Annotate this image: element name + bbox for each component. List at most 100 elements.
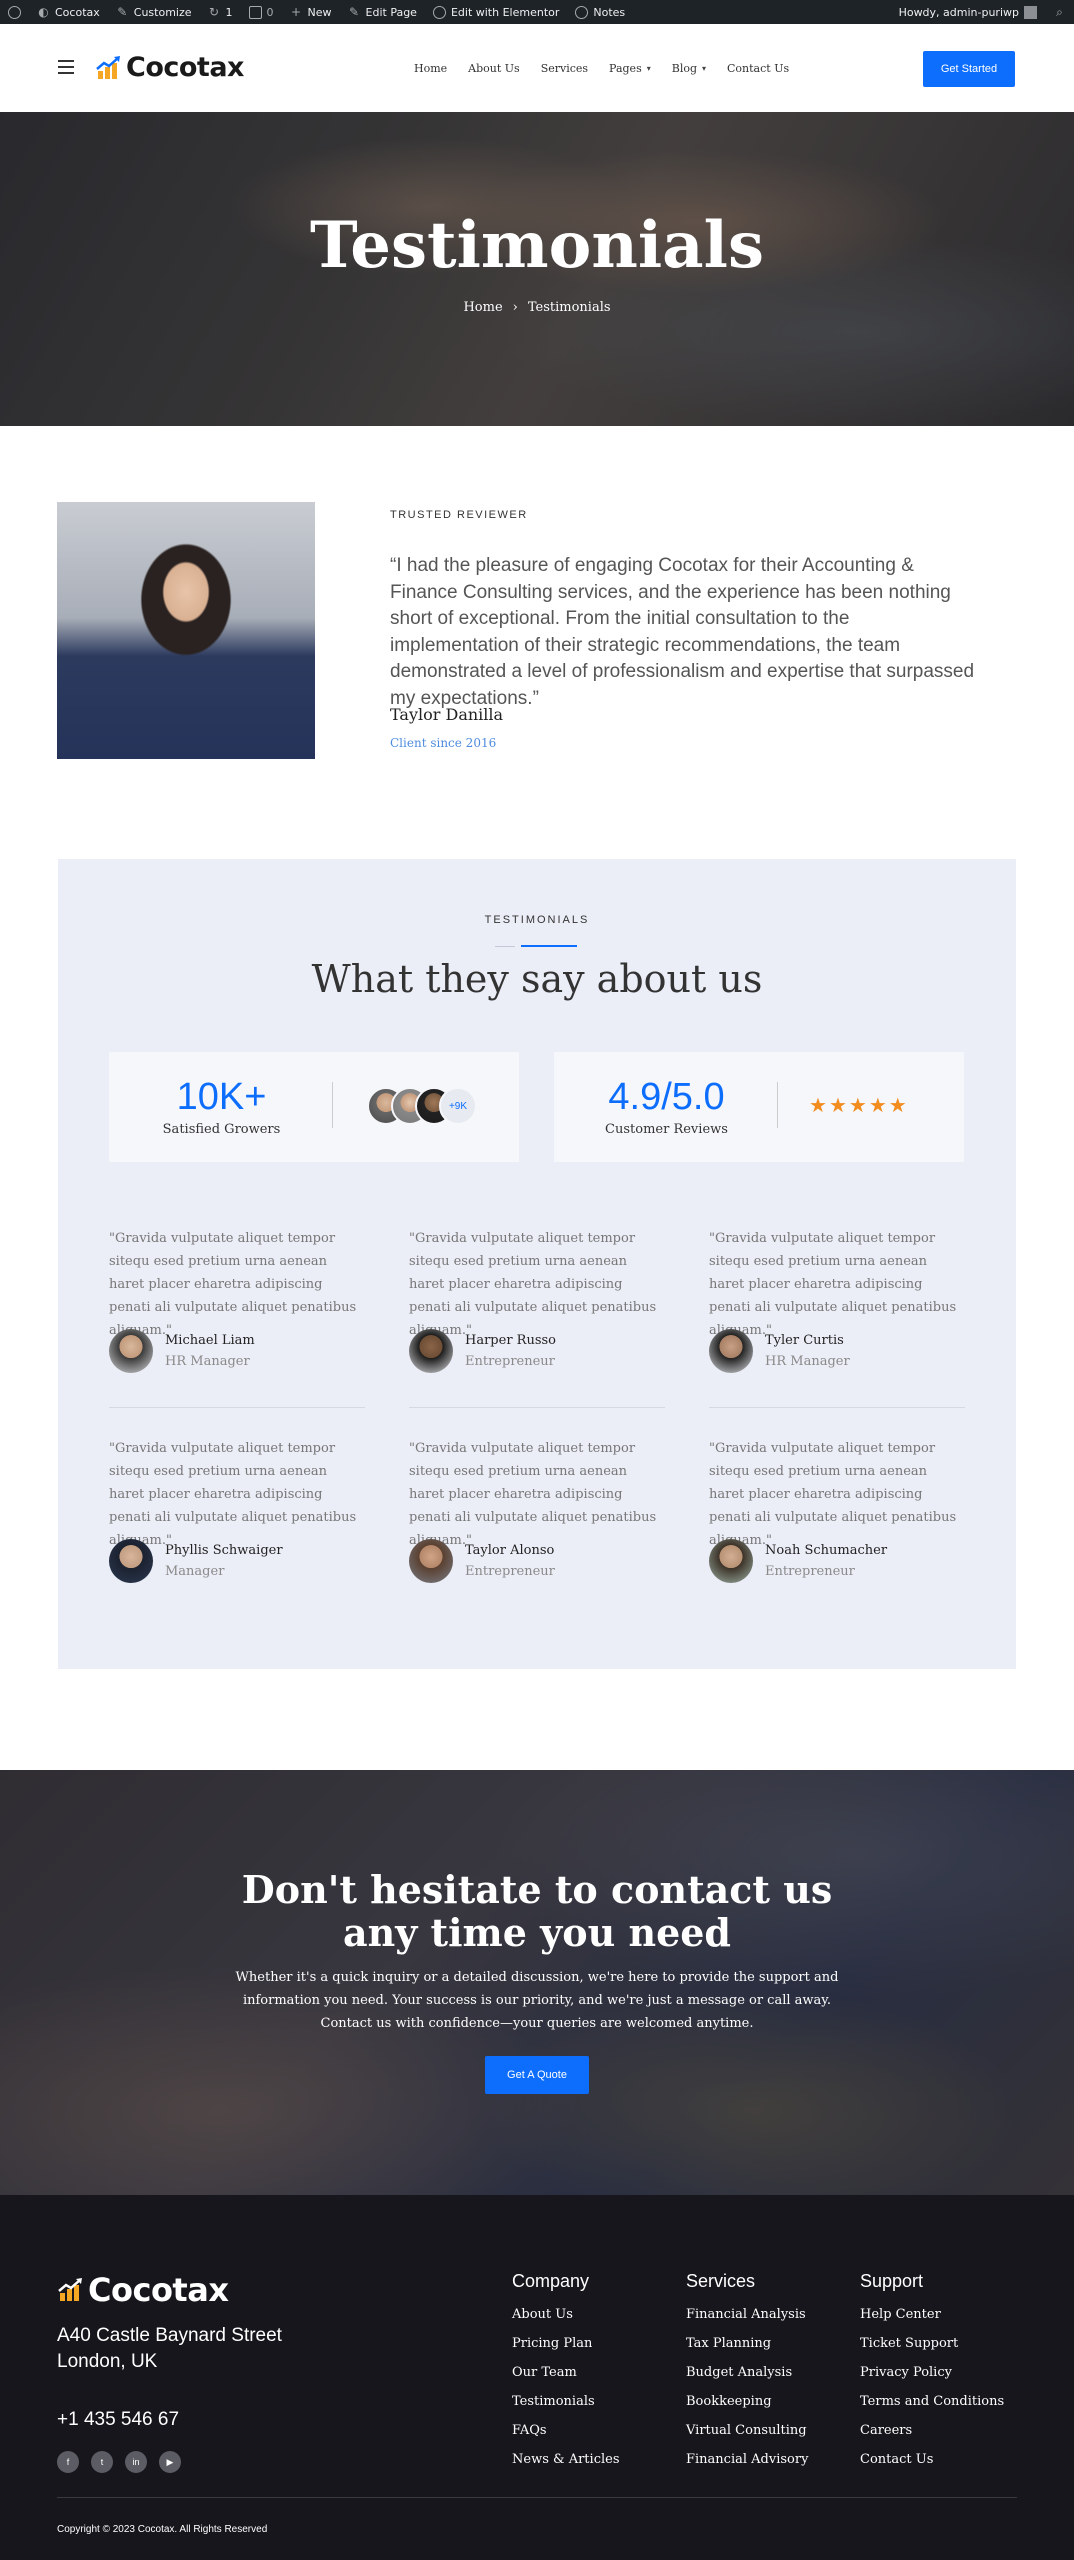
menu-toggle-icon[interactable] <box>58 60 74 74</box>
youtube-icon[interactable]: ▶ <box>159 2451 181 2473</box>
get-started-button[interactable]: Get Started <box>923 51 1015 87</box>
nav-item-contact[interactable]: Contact Us <box>727 62 789 75</box>
edit-elementor-label: Edit with Elementor <box>450 5 560 19</box>
avatar <box>409 1329 453 1373</box>
reviewer-quote: “I had the pleasure of engaging Cocotax … <box>390 555 975 709</box>
avatar <box>709 1539 753 1583</box>
chevron-down-icon: ▾ <box>646 64 651 73</box>
footer-link[interactable]: Careers <box>860 2422 1004 2439</box>
footer-link[interactable]: Tax Planning <box>686 2335 808 2352</box>
cta-description: Whether it's a quick inquiry or a detail… <box>235 1970 839 2031</box>
page-hero: Testimonials Home › Testimonials <box>0 112 1074 426</box>
stat-divider <box>332 1082 333 1128</box>
account-menu[interactable]: Howdy, admin-puriwp <box>891 0 1045 24</box>
footer-link[interactable]: FAQs <box>512 2422 620 2439</box>
footer-link[interactable]: Budget Analysis <box>686 2364 808 2381</box>
title-divider-grey <box>495 946 515 947</box>
author-name: Michael Liam <box>165 1333 255 1348</box>
edit-elementor-link[interactable]: Edit with Elementor <box>425 0 567 24</box>
reviewer-name: Taylor Danilla <box>390 705 504 724</box>
dashboard-icon: ◐ <box>38 4 49 19</box>
notes-link[interactable]: Notes <box>567 0 633 24</box>
footer-phone[interactable]: +1 435 546 67 <box>57 2409 179 2431</box>
site-name-link[interactable]: ◐ Cocotax <box>29 0 108 24</box>
updates-link[interactable]: ↻ 1 <box>200 0 241 24</box>
wordpress-logo-link[interactable] <box>0 0 29 24</box>
edit-page-link[interactable]: ✎ Edit Page <box>340 0 425 24</box>
footer-logo[interactable]: Cocotax <box>58 2271 229 2309</box>
footer-link[interactable]: Financial Advisory <box>686 2451 808 2468</box>
reviewer-since: Client since 2016 <box>390 736 497 750</box>
footer-link[interactable]: Bookkeeping <box>686 2393 808 2410</box>
footer-link[interactable]: Financial Analysis <box>686 2306 808 2323</box>
footer-link[interactable]: Ticket Support <box>860 2335 1004 2352</box>
testimonials-heading: What they say about us <box>311 957 763 1001</box>
address-line: London, UK <box>57 2351 158 2372</box>
notes-label: Notes <box>593 5 626 19</box>
author-name: Harper Russo <box>465 1333 556 1348</box>
footer-link[interactable]: Pricing Plan <box>512 2335 620 2352</box>
customize-link[interactable]: ✎ Customize <box>108 0 200 24</box>
footer-link[interactable]: Virtual Consulting <box>686 2422 808 2439</box>
twitter-icon[interactable]: t <box>91 2451 113 2473</box>
edit-page-label: Edit Page <box>365 5 417 19</box>
author-role: HR Manager <box>765 1354 850 1369</box>
nav-item-about[interactable]: About Us <box>468 62 520 75</box>
facebook-icon[interactable]: f <box>57 2451 79 2473</box>
testimonial-card: "Gravida vulputate aliquet tempor sitequ… <box>409 1437 665 1583</box>
stat-card-reviews: 4.9/5.0 Customer Reviews ★ ★ ★ ★ ★ <box>554 1052 964 1162</box>
footer-link[interactable]: Help Center <box>860 2306 1004 2323</box>
main-nav: Home About Us Services Pages ▾ Blog ▾ Cont… <box>414 62 789 75</box>
breadcrumb: Home › Testimonials <box>0 300 1074 315</box>
chevron-down-icon: ▾ <box>702 64 707 73</box>
page-title: Testimonials <box>310 208 764 283</box>
testimonials-section: TESTIMONIALS What they say about us 10K+… <box>58 859 1016 1669</box>
comments-count: 0 <box>266 5 274 19</box>
author-role: Manager <box>165 1564 225 1579</box>
user-avatar <box>1024 5 1037 19</box>
footer-link[interactable]: Contact Us <box>860 2451 1004 2468</box>
brush-icon: ✎ <box>117 4 128 19</box>
breadcrumb-separator-icon: › <box>512 300 518 315</box>
search-icon: ⌕ <box>1056 4 1063 19</box>
howdy-text: Howdy, admin-puriwp <box>898 5 1019 19</box>
footer-link[interactable]: Privacy Policy <box>860 2364 1004 2381</box>
updates-icon: ↻ <box>208 4 220 19</box>
comment-icon <box>248 5 262 19</box>
stat-label: Satisfied Growers <box>162 1122 281 1137</box>
cta-heading-line1: Don't hesitate to contact us <box>241 1867 833 1912</box>
row-divider <box>409 1407 665 1408</box>
testimonials-label: TESTIMONIALS <box>484 914 590 926</box>
new-label: New <box>307 5 332 19</box>
footer-link[interactable]: Testimonials <box>512 2393 620 2410</box>
get-quote-button[interactable]: Get A Quote <box>485 2056 589 2094</box>
footer-link[interactable]: About Us <box>512 2306 620 2323</box>
cta-heading-line2: any time you need <box>343 1910 731 1955</box>
testimonial-quote: "Gravida vulputate aliquet tempor sitequ… <box>109 1441 357 1548</box>
breadcrumb-home-link[interactable]: Home <box>463 300 502 315</box>
nav-item-pages[interactable]: Pages ▾ <box>609 62 651 75</box>
nav-item-home[interactable]: Home <box>414 62 447 75</box>
footer-link[interactable]: Our Team <box>512 2364 620 2381</box>
footer-link[interactable]: News & Articles <box>512 2451 620 2468</box>
admin-search[interactable]: ⌕ <box>1045 0 1074 24</box>
author-role: Entrepreneur <box>465 1564 555 1579</box>
footer-column-company: Company About Us Pricing Plan Our Team T… <box>512 2271 620 2480</box>
author-name: Phyllis Schwaiger <box>165 1543 283 1558</box>
nav-item-services[interactable]: Services <box>541 62 588 75</box>
star-icon: ★ <box>809 1093 827 1117</box>
footer-link[interactable]: Terms and Conditions <box>860 2393 1004 2410</box>
linkedin-icon[interactable]: in <box>125 2451 147 2473</box>
new-content-link[interactable]: + New <box>282 0 340 24</box>
testimonial-author: Tyler Curtis HR Manager <box>709 1329 850 1373</box>
nav-item-blog[interactable]: Blog ▾ <box>672 62 706 75</box>
site-logo[interactable]: Cocotax <box>96 52 244 83</box>
testimonial-author: Harper Russo Entrepreneur <box>409 1329 556 1373</box>
testimonial-quote: "Gravida vulputate aliquet tempor sitequ… <box>409 1441 657 1548</box>
site-name: Cocotax <box>55 5 100 19</box>
author-name: Taylor Alonso <box>465 1543 555 1558</box>
address-line: A40 Castle Baynard Street <box>57 2325 282 2346</box>
updates-count: 1 <box>225 5 233 19</box>
copyright-text: Copyright © 2023 Cocotax. All Rights Res… <box>57 2524 268 2535</box>
comments-link[interactable]: 0 <box>241 0 282 24</box>
